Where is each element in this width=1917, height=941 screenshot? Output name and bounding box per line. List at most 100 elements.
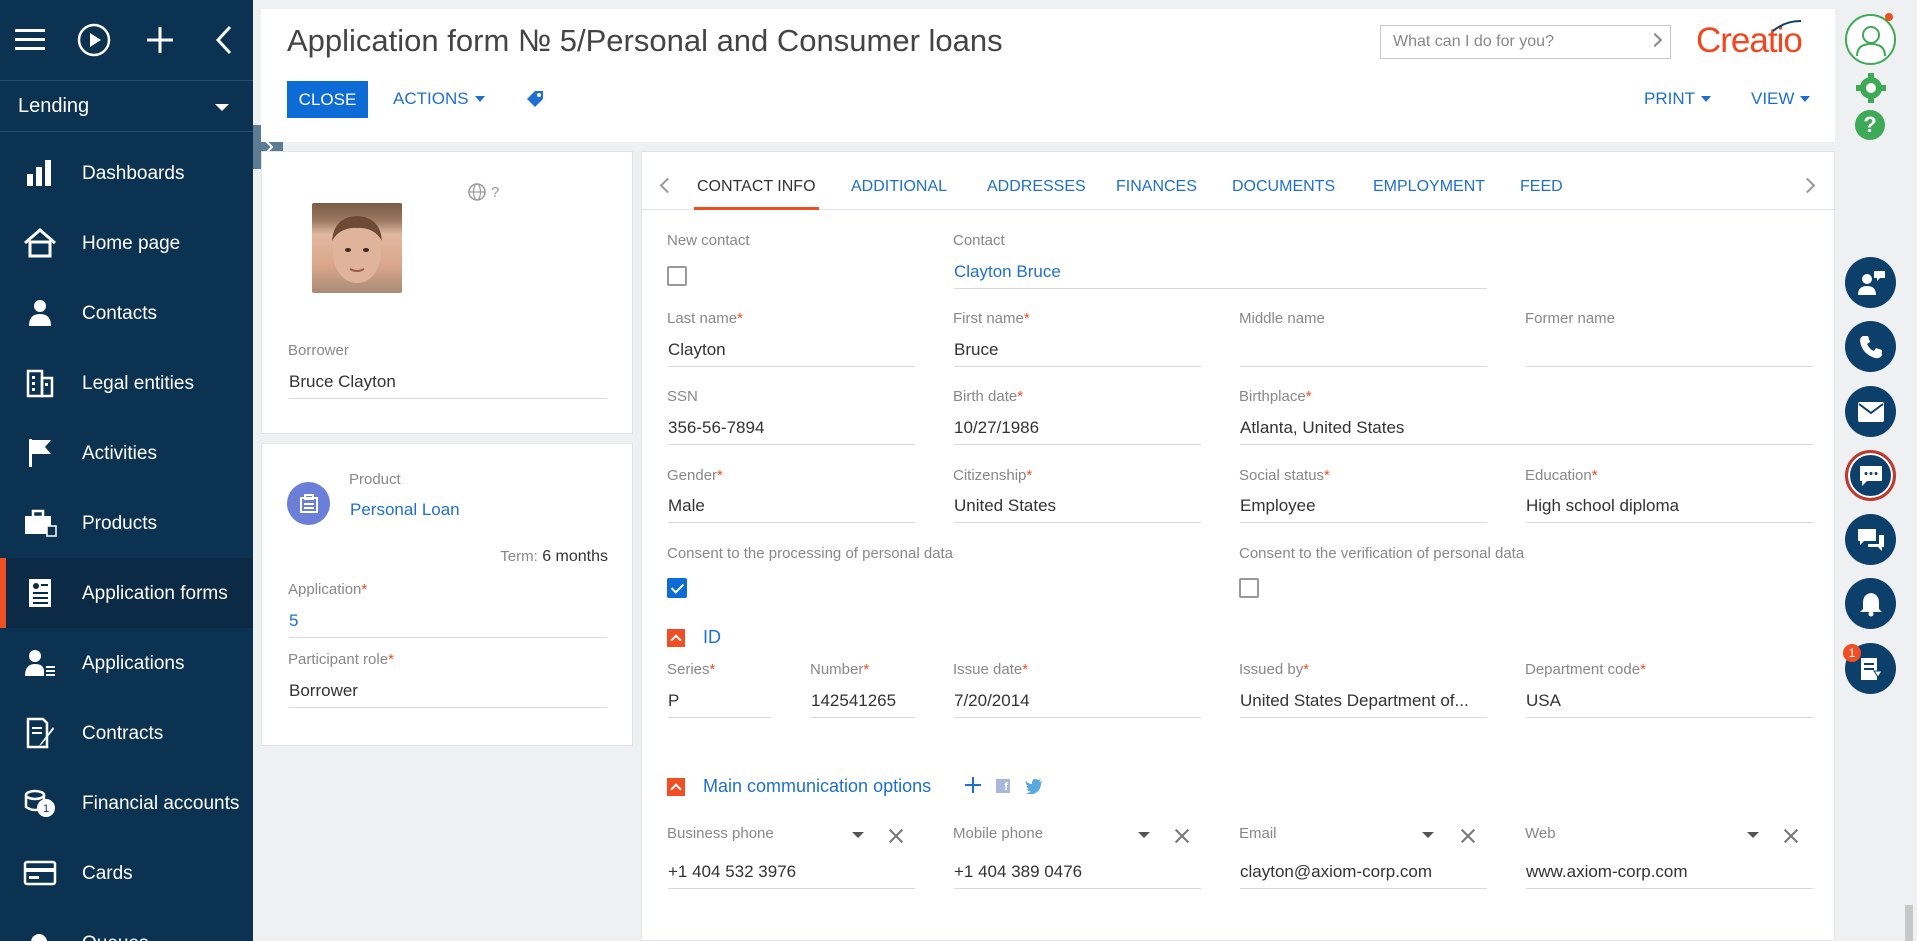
id-section-collapse-icon[interactable] [667,629,685,647]
hamburger-menu-icon[interactable] [12,22,48,58]
ssn-field[interactable]: 356-56-7894 [668,418,915,445]
issue-date-field[interactable]: 7/20/2014 [954,691,1201,718]
tab-addresses[interactable]: ADDRESSES [987,178,1086,196]
page-title: Application form № 5/Personal and Consum… [287,23,1003,58]
citizenship-field[interactable]: United States [954,496,1201,523]
search-input[interactable]: What can I do for you? [1380,25,1671,59]
messenger-button[interactable] [1845,450,1896,501]
series-field[interactable]: P [668,691,771,718]
sidebar-item-home-page[interactable]: Home page [0,208,253,278]
citizenship-label: Citizenship* [953,467,1033,484]
department-code-field[interactable]: USA [1526,691,1813,718]
briefcase-icon [22,505,58,541]
participant-role-field[interactable]: Borrower [289,681,607,708]
email-button[interactable] [1845,386,1896,437]
first-name-field[interactable]: Bruce [954,340,1201,367]
birth-date-field[interactable]: 10/27/1986 [954,418,1201,445]
product-label: Product [349,471,401,488]
print-menu-button[interactable]: PRINT [1644,89,1711,109]
view-menu-button[interactable]: VIEW [1751,89,1811,109]
former-name-field[interactable] [1526,340,1813,367]
web-remove-icon[interactable] [1783,828,1799,844]
feed-chat-button[interactable] [1845,514,1896,565]
chat-person-button[interactable] [1845,257,1896,308]
sidebar-item-products[interactable]: Products [0,488,253,558]
consent-processing-checkbox[interactable] [667,578,687,598]
email-field[interactable]: clayton@axiom-corp.com [1240,862,1487,889]
tabs-scroll-right-icon[interactable] [1799,177,1816,194]
id-section-title[interactable]: ID [703,627,721,648]
sidebar-item-contacts[interactable]: Contacts [0,278,253,348]
close-button[interactable]: CLOSE [287,81,368,118]
sidebar-item-queues[interactable]: Queues [0,908,253,941]
number-field[interactable]: 142541265 [811,691,915,718]
mobile-phone-field[interactable]: +1 404 389 0476 [954,862,1201,889]
issued-by-field[interactable]: United States Department of... [1240,691,1487,718]
sidebar-item-financial-accounts[interactable]: 1 Financial accounts [0,768,253,838]
email-remove-icon[interactable] [1460,828,1476,844]
business-phone-type-dropdown-icon[interactable] [852,832,864,838]
sidebar-item-legal-entities[interactable]: Legal entities [0,348,253,418]
help-icon[interactable]: ? [1855,110,1885,140]
tab-feed[interactable]: FEED [1520,178,1563,196]
borrower-card: ? Borrower Bruce Clayton [261,151,633,434]
play-circle-icon[interactable] [76,22,112,58]
sidebar-item-label: Financial accounts [82,792,240,814]
notifications-button[interactable] [1845,578,1896,629]
former-name-label: Former name [1525,310,1616,327]
sidebar-item-cards[interactable]: Cards [0,838,253,908]
borrower-photo[interactable] [312,203,402,293]
sidebar-item-contracts[interactable]: Contracts [0,698,253,768]
business-phone-field[interactable]: +1 404 532 3976 [668,862,915,889]
product-link[interactable]: Personal Loan [350,500,570,526]
collapse-left-icon[interactable] [206,22,242,58]
business-phone-remove-icon[interactable] [888,828,904,844]
tab-contact-info[interactable]: CONTACT INFO [697,178,816,196]
education-field[interactable]: High school diploma [1526,496,1813,523]
consent-verification-checkbox[interactable] [1239,578,1259,598]
application-field[interactable]: 5 [289,611,607,638]
participant-role-label: Participant role* [288,651,394,668]
email-type-dropdown-icon[interactable] [1422,832,1434,838]
main-menu: Dashboards Home page Contacts Legal enti… [0,138,253,941]
twitter-icon[interactable] [1025,778,1043,799]
birthplace-field[interactable]: Atlanta, United States [1240,418,1813,445]
comm-section-title[interactable]: Main communication options [703,776,931,797]
plus-icon[interactable] [142,22,178,58]
tab-employment[interactable]: EMPLOYMENT [1373,178,1485,196]
chevron-right-icon [1647,32,1663,48]
gender-field[interactable]: Male [668,496,915,523]
sidebar-item-application-forms[interactable]: Application forms [0,558,253,628]
tabs-scroll-left-icon[interactable] [659,177,676,194]
last-name-field[interactable]: Clayton [668,340,915,367]
facebook-icon[interactable]: f [996,779,1010,793]
contact-lookup-field[interactable]: Clayton Bruce [954,262,1487,289]
tab-additional[interactable]: ADDITIONAL [851,178,947,196]
add-communication-icon[interactable] [964,776,982,799]
tag-icon[interactable] [525,89,545,114]
mobile-phone-type-dropdown-icon[interactable] [1138,832,1150,838]
borrower-field[interactable]: Bruce Clayton [289,372,607,399]
page-scrollbar[interactable] [1905,905,1913,941]
middle-name-field[interactable] [1240,340,1487,367]
user-profile-avatar[interactable] [1845,14,1896,65]
language-selector[interactable]: ? [467,182,499,202]
sidebar-item-activities[interactable]: Activities [0,418,253,488]
phone-button[interactable] [1845,321,1896,372]
actions-menu-button[interactable]: ACTIONS [393,89,485,109]
sidebar-item-dashboards[interactable]: Dashboards [0,138,253,208]
gear-icon[interactable] [1855,72,1887,109]
sidebar-item-applications[interactable]: Applications [0,628,253,698]
tab-finances[interactable]: FINANCES [1116,178,1197,196]
mobile-phone-remove-icon[interactable] [1174,828,1190,844]
notification-badge: 1 [1843,644,1861,662]
birthplace-label-text: Birthplace [1239,388,1306,405]
new-contact-checkbox[interactable] [667,266,687,286]
comm-section-collapse-icon[interactable] [667,778,685,796]
web-type-dropdown-icon[interactable] [1747,832,1759,838]
social-status-field[interactable]: Employee [1240,496,1487,523]
last-name-label: Last name* [667,310,743,327]
tab-documents[interactable]: DOCUMENTS [1232,178,1335,196]
workspace-selector[interactable]: Lending [0,80,253,132]
web-field[interactable]: www.axiom-corp.com [1526,862,1813,889]
